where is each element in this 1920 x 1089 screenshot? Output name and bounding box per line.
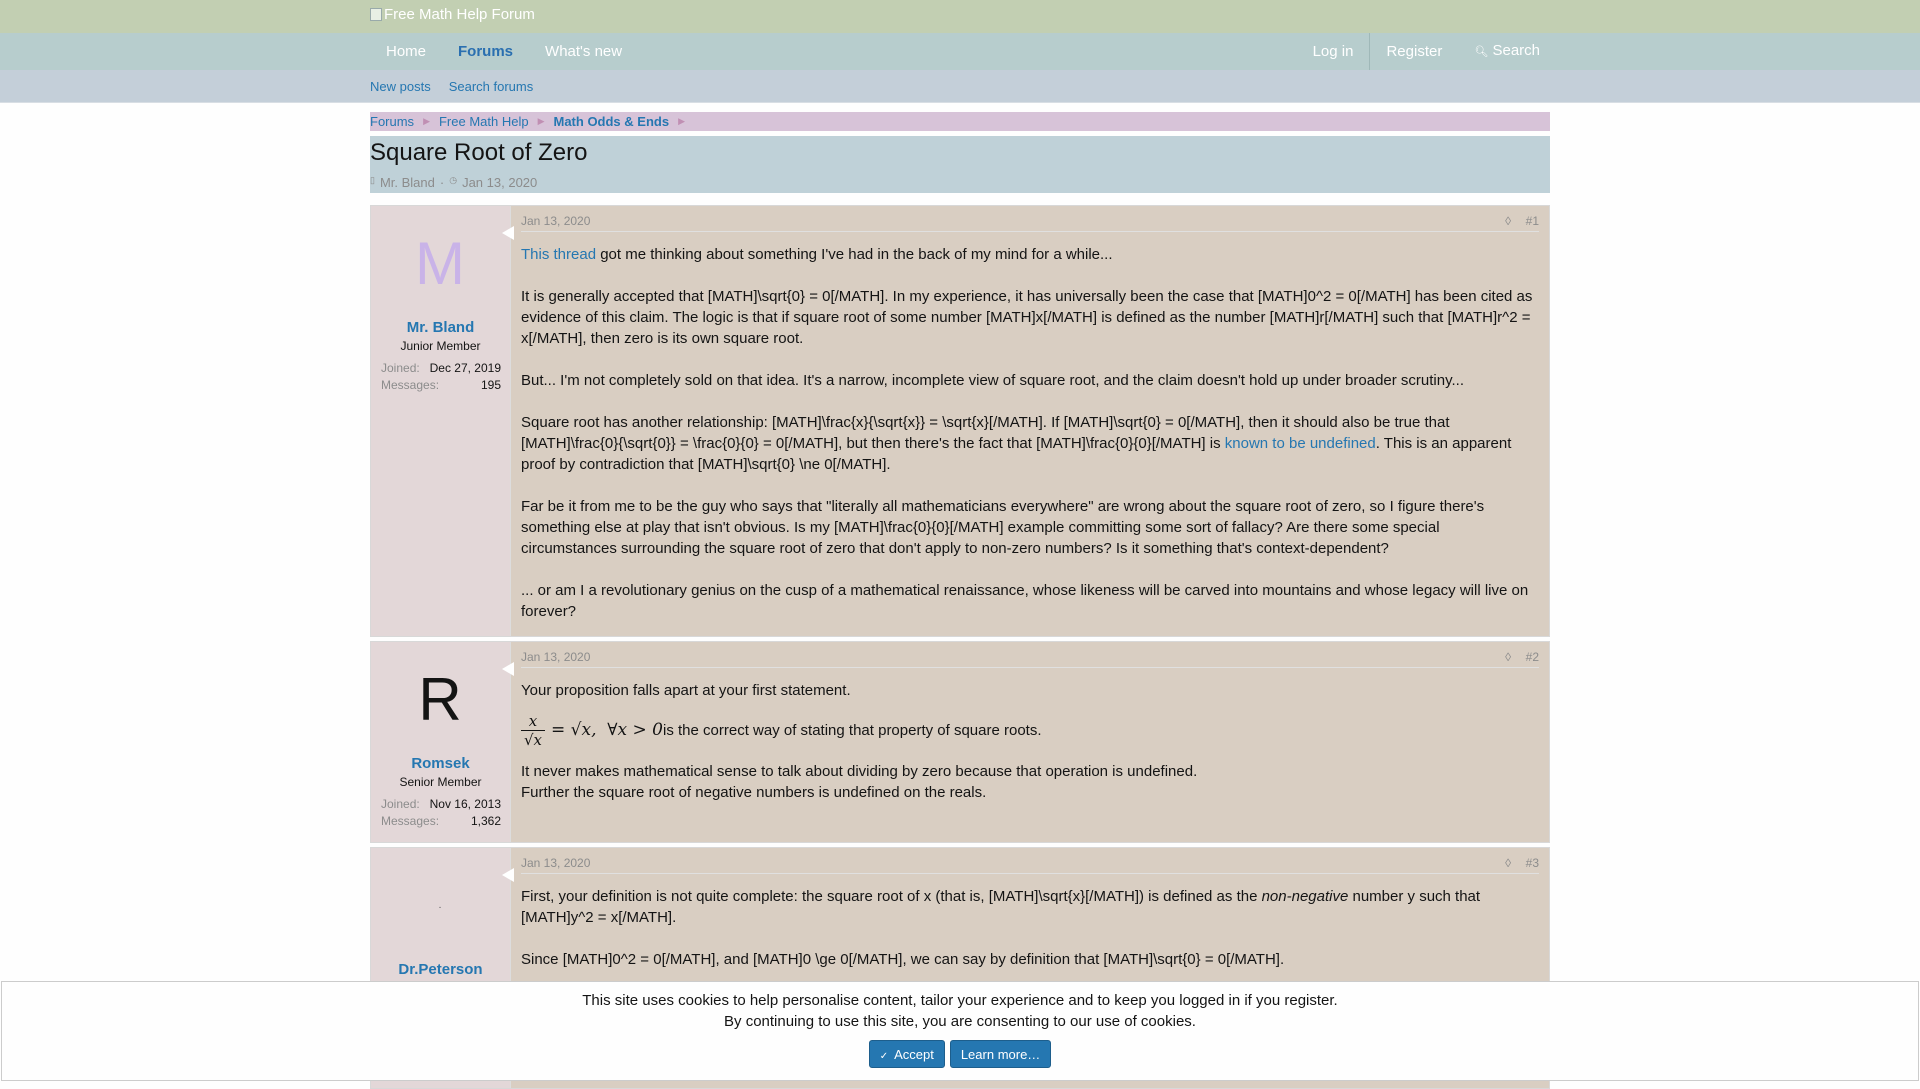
post-paragraph: ... or am I a revolutionary genius on th… — [521, 582, 1529, 620]
post-emphasis: non-negative — [1261, 888, 1349, 905]
user-icon: ▯ — [370, 175, 375, 185]
post-paragraph: Far be it from me to be the guy who says… — [521, 498, 1485, 557]
broken-image-icon — [370, 8, 382, 21]
breadcrumb: Forums ▶ Free Math Help ▶ Math Odds & En… — [370, 112, 1550, 131]
avatar[interactable]: R — [398, 658, 482, 742]
post-paragraph: Your proposition falls apart at your fir… — [521, 682, 851, 699]
post-text: is the correct way of stating that prope… — [663, 721, 1042, 739]
known-undefined-link[interactable]: known to be undefined — [1225, 435, 1376, 452]
post-text: First, your definition is not quite comp… — [521, 888, 1262, 905]
tab-whats-new[interactable]: What's new — [529, 33, 638, 70]
bubble-arrow — [502, 226, 514, 240]
search-button[interactable]: 🔍︎ Search — [1458, 32, 1550, 71]
post-paragraph: Further the square root of negative numb… — [521, 784, 987, 801]
post-body: Jan 13, 2020 ◊ #1 This thread got me thi… — [521, 206, 1539, 636]
sub-nav: New posts Search forums — [0, 70, 1920, 103]
this-thread-link[interactable]: This thread — [521, 246, 596, 263]
thread-date[interactable]: Jan 13, 2020 — [462, 175, 537, 190]
post-header: Jan 13, 2020 ◊ #3 — [521, 856, 1539, 874]
share-icon[interactable]: ◊ — [1505, 856, 1511, 870]
post-paragraph: It never makes mathematical sense to tal… — [521, 763, 1198, 780]
chevron-right-icon: ▶ — [537, 116, 545, 126]
check-icon: ✓ — [879, 1051, 889, 1062]
bubble-arrow — [502, 662, 514, 676]
thread-header: Square Root of Zero ▯ Mr. Bland · ◷ Jan … — [370, 136, 1550, 193]
accept-label: Accept — [894, 1047, 934, 1062]
breadcrumb-forums[interactable]: Forums — [370, 114, 423, 129]
math-formula: x √x = √x, ∀x > 0 is the correct way of … — [521, 709, 1539, 751]
thread-author[interactable]: Mr. Bland — [380, 175, 435, 190]
post-date[interactable]: Jan 13, 2020 — [521, 856, 590, 870]
chevron-right-icon: ▶ — [678, 116, 685, 126]
post-content: First, your definition is not quite comp… — [521, 886, 1539, 991]
chevron-right-icon: ▶ — [423, 116, 430, 126]
share-icon[interactable]: ◊ — [1505, 650, 1511, 664]
new-posts-link[interactable]: New posts — [370, 79, 431, 94]
post-user-cell: R Romsek Senior Member Joined: Nov 16, 20… — [371, 642, 511, 842]
cookie-text-line1: This site uses cookies to help personali… — [582, 992, 1338, 1009]
post-number[interactable]: #1 — [1526, 214, 1539, 228]
site-logo[interactable]: Free Math Help Forum — [370, 6, 1550, 23]
post-number[interactable]: #2 — [1526, 650, 1539, 664]
login-link[interactable]: Log in — [1297, 33, 1370, 70]
search-forums-link[interactable]: Search forums — [449, 79, 534, 94]
post-number[interactable]: #3 — [1526, 856, 1539, 870]
search-icon: 🔍︎ — [1474, 46, 1489, 58]
post-paragraph: But... I'm not completely sold on that i… — [521, 372, 1464, 389]
cookie-text-line2: By continuing to use this site, you are … — [724, 1013, 1196, 1030]
user-title: Senior Member — [399, 775, 482, 789]
post-1: M Mr. Bland Junior Member Joined: Dec 27,… — [370, 205, 1550, 637]
username[interactable]: Romsek — [371, 755, 510, 772]
post-header: Jan 13, 2020 ◊ #2 — [521, 650, 1539, 668]
breadcrumb-free-math-help[interactable]: Free Math Help — [439, 114, 538, 129]
cookie-notice: This site uses cookies to help personali… — [1, 981, 1919, 1081]
avatar[interactable]: M — [398, 222, 482, 306]
post-content: This thread got me thinking about someth… — [521, 244, 1539, 643]
post-text: got me thinking about something I've had… — [596, 246, 1113, 263]
post-paragraph: Since [MATH]0^2 = 0[/MATH], and [MATH]0 … — [521, 951, 1285, 968]
thread-meta: ▯ Mr. Bland · ◷ Jan 13, 2020 — [370, 175, 537, 190]
post-date[interactable]: Jan 13, 2020 — [521, 650, 590, 664]
username[interactable]: Dr.Peterson — [371, 961, 510, 978]
math-rest: = √x, ∀x > 0 — [551, 719, 663, 740]
breadcrumb-math-odds-ends[interactable]: Math Odds & Ends — [554, 114, 679, 129]
post-2: R Romsek Senior Member Joined: Nov 16, 20… — [370, 641, 1550, 843]
user-messages: Messages: 1,362 — [381, 814, 501, 828]
fraction-numerator: x — [528, 711, 538, 730]
tab-forums[interactable]: Forums — [442, 33, 529, 70]
post-header: Jan 13, 2020 ◊ #1 — [521, 214, 1539, 232]
separator: · — [439, 175, 445, 190]
post-body: Jan 13, 2020 ◊ #2 Your proposition falls… — [521, 642, 1539, 842]
username[interactable]: Mr. Bland — [371, 319, 510, 336]
logo-alt-text: Free Math Help Forum — [384, 6, 535, 23]
register-link[interactable]: Register — [1370, 33, 1458, 70]
post-date[interactable]: Jan 13, 2020 — [521, 214, 590, 228]
user-messages: Messages: 195 — [381, 378, 501, 392]
learn-more-button[interactable]: Learn more… — [949, 1040, 1052, 1068]
main-nav: Home Forums What's new Log in Register 🔍… — [0, 33, 1920, 70]
search-label: Search — [1492, 42, 1540, 59]
post-paragraph: It is generally accepted that [MATH]\sqr… — [521, 288, 1533, 347]
fraction-denominator: √x — [523, 730, 543, 749]
user-joined: Joined: Dec 27, 2019 — [381, 361, 501, 375]
tab-home[interactable]: Home — [370, 33, 442, 70]
user-title: Junior Member — [400, 339, 481, 353]
accept-button[interactable]: ✓ Accept — [868, 1040, 945, 1068]
clock-icon: ◷ — [449, 175, 458, 185]
bubble-arrow — [502, 868, 514, 882]
page-title: Square Root of Zero — [370, 139, 588, 166]
avatar[interactable]: . — [398, 864, 482, 948]
user-joined: Joined: Nov 16, 2013 — [381, 797, 501, 811]
site-header: Free Math Help Forum — [0, 0, 1920, 33]
post-user-cell: M Mr. Bland Junior Member Joined: Dec 27,… — [371, 206, 511, 636]
share-icon[interactable]: ◊ — [1505, 214, 1511, 228]
fraction: x √x — [521, 712, 545, 749]
post-content: Your proposition falls apart at your fir… — [521, 680, 1539, 803]
